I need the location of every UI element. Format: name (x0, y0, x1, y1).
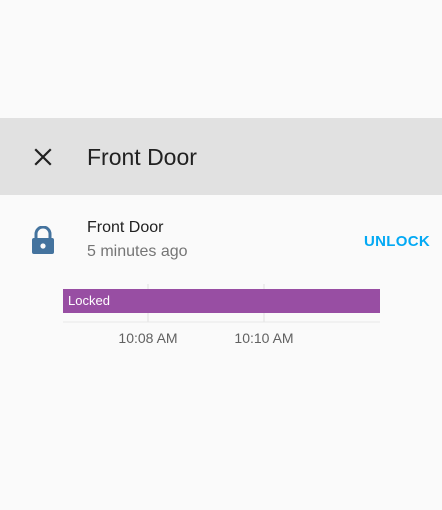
close-icon[interactable] (31, 145, 55, 169)
dialog-header (0, 118, 442, 195)
entity-name: Front Door (87, 219, 164, 236)
dialog-title: Front Door (87, 144, 197, 170)
timeline-state-bar (63, 289, 380, 313)
lock-icon (32, 226, 54, 254)
timeline-state-label: Locked (68, 293, 110, 308)
unlock-button[interactable]: UNLOCK (350, 230, 430, 254)
timeline-tick-label: 10:08 AM (118, 330, 177, 346)
timeline-tick-label: 10:10 AM (234, 330, 293, 346)
last-changed: 5 minutes ago (87, 243, 188, 260)
history-timeline: Locked 10:08 AM 10:10 AM (63, 284, 380, 346)
